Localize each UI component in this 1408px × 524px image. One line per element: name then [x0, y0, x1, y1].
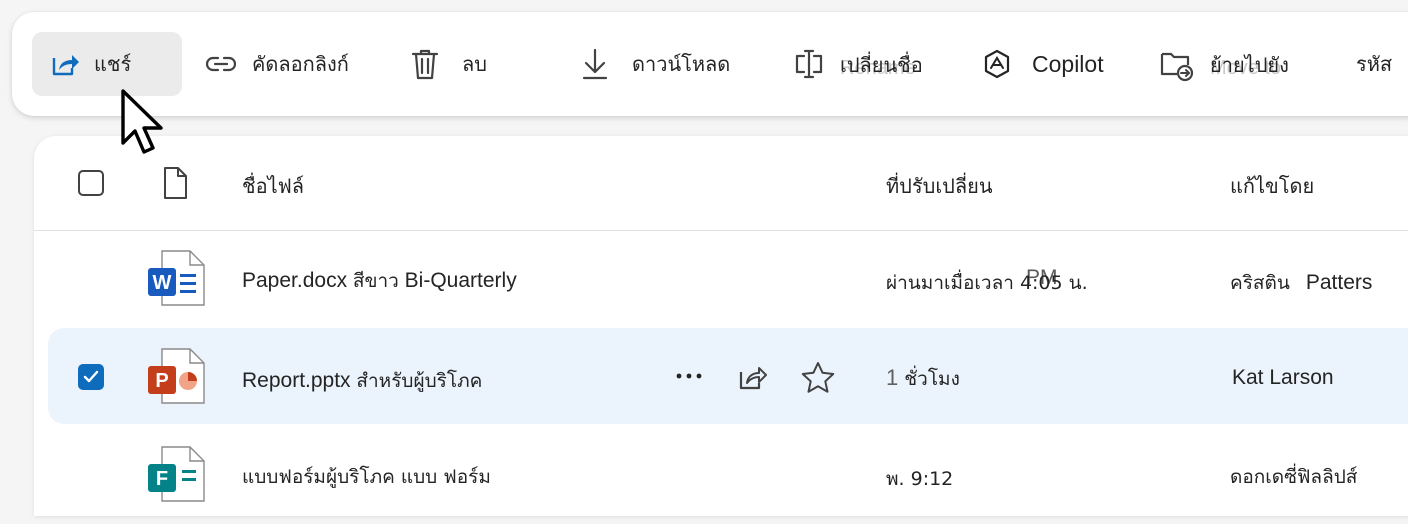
more-options-icon[interactable] — [674, 364, 704, 388]
modified-text: พ. 9:12 — [886, 468, 954, 490]
file-name-part: Report.pptx — [242, 369, 357, 392]
modified-time: 4:05 — [1019, 272, 1063, 294]
copy-link-label: คัดลอกลิงก์ — [252, 52, 349, 76]
rename-button[interactable]: Rename เปลี่ยนชื่อ — [792, 32, 923, 96]
modified-by-name: Kat Larson — [1232, 366, 1334, 389]
share-icon — [52, 55, 79, 76]
move-to-button[interactable]: Move to ย้ายไปยัง — [1158, 32, 1289, 96]
share-row-icon[interactable] — [736, 362, 770, 394]
rename-icon — [795, 49, 823, 79]
file-name-part: แบบฟอร์มผู้บริโภค แบบ ฟอร์ม — [242, 466, 491, 488]
file-name-part: Bi-Quarterly — [398, 269, 517, 292]
table-row[interactable]: W Paper.docx สีขาว Bi-Quarterly ผ่านมาเม… — [34, 232, 1408, 328]
delete-button[interactable]: ลบ — [408, 32, 487, 96]
modified-by-name: ดอกเดซี่ฟิลลิปส์ — [1230, 466, 1358, 488]
checkmark-icon — [83, 370, 99, 383]
favorite-star-icon[interactable] — [800, 360, 836, 394]
share-label: แชร์ — [94, 52, 132, 76]
copilot-label: Copilot — [1032, 50, 1104, 77]
modified-by-part: คริสติน — [1230, 272, 1290, 294]
modified-by: คริสติน Patters — [1230, 268, 1372, 298]
modified-date: 1 ชั่วโมง — [886, 364, 960, 394]
rename-label-group: Rename เปลี่ยนชื่อ — [840, 49, 923, 79]
forms-icon: F — [148, 446, 205, 502]
trash-icon — [411, 49, 439, 80]
modified-text: ผ่านมาเมื่อเวลา — [886, 272, 1020, 294]
modified-date: พ. 9:12 — [886, 464, 953, 494]
delete-label: ลบ — [462, 52, 487, 76]
link-icon — [205, 56, 237, 72]
move-to-label: ย้ายไปยัง — [1210, 53, 1289, 77]
file-name-part: Paper.docx — [242, 269, 353, 292]
code-label: รหัส — [1356, 52, 1393, 76]
file-name[interactable]: Paper.docx สีขาว Bi-Quarterly — [242, 266, 517, 296]
word-doc-icon: W — [148, 250, 205, 306]
share-button[interactable]: แชร์ — [32, 32, 182, 96]
svg-text:P: P — [155, 370, 168, 392]
svg-text:F: F — [156, 468, 168, 490]
folder-move-icon — [1160, 52, 1194, 82]
rename-label: เปลี่ยนชื่อ — [840, 53, 923, 77]
table-row-selected[interactable]: P Report.pptx สำหรับผู้บริโภค 1 ชั่วโมง … — [48, 328, 1408, 424]
svg-text:W: W — [153, 272, 172, 294]
mouse-cursor-icon — [121, 89, 163, 154]
column-header-modified[interactable]: ที่ปรับเปลี่ยน — [886, 170, 993, 202]
column-header-modified-by[interactable]: แก้ไขโดย — [1230, 170, 1314, 202]
powerpoint-icon: P — [148, 348, 205, 404]
file-type-icon[interactable] — [162, 166, 188, 200]
modified-number: 1 — [886, 365, 899, 390]
command-bar: แชร์ คัดลอกลิงก์ ลบ ดาวน์โหลด Rename เปล… — [12, 12, 1408, 116]
file-name[interactable]: Report.pptx สำหรับผู้บริโภค — [242, 366, 482, 396]
file-list: ชื่อไฟล์ ที่ปรับเปลี่ยน แก้ไขโดย W Paper… — [34, 136, 1408, 516]
modified-by-part: Patters — [1305, 271, 1373, 294]
modified-unit: ชั่วโมง — [898, 368, 960, 390]
modified-by: Kat Larson — [1232, 366, 1334, 390]
copilot-button[interactable]: Copilot — [980, 32, 1104, 96]
column-header-name[interactable]: ชื่อไฟล์ — [242, 170, 304, 202]
table-row[interactable]: F แบบฟอร์มผู้บริโภค แบบ ฟอร์ม พ. 9:12 ดอ… — [34, 428, 1408, 524]
move-to-label-group: Move to ย้ายไปยัง — [1210, 49, 1289, 79]
modified-date: ผ่านมาเมื่อเวลา PM 4:05 น. — [886, 266, 1088, 298]
row-checkbox[interactable] — [78, 364, 104, 390]
file-name-part: สีขาว — [352, 270, 399, 292]
download-label: ดาวน์โหลด — [632, 52, 731, 76]
modified-suffix: น. — [1068, 272, 1088, 294]
select-all-checkbox[interactable] — [78, 170, 104, 196]
copilot-icon — [984, 49, 1010, 79]
column-header-row: ชื่อไฟล์ ที่ปรับเปลี่ยน แก้ไขโดย — [34, 136, 1408, 231]
code-button[interactable]: รหัส — [1356, 32, 1392, 96]
download-button[interactable]: ดาวน์โหลด — [578, 32, 730, 96]
file-name-part: สำหรับผู้บริโภค — [356, 370, 483, 392]
copy-link-button[interactable]: คัดลอกลิงก์ — [204, 32, 349, 96]
download-icon — [582, 48, 608, 80]
